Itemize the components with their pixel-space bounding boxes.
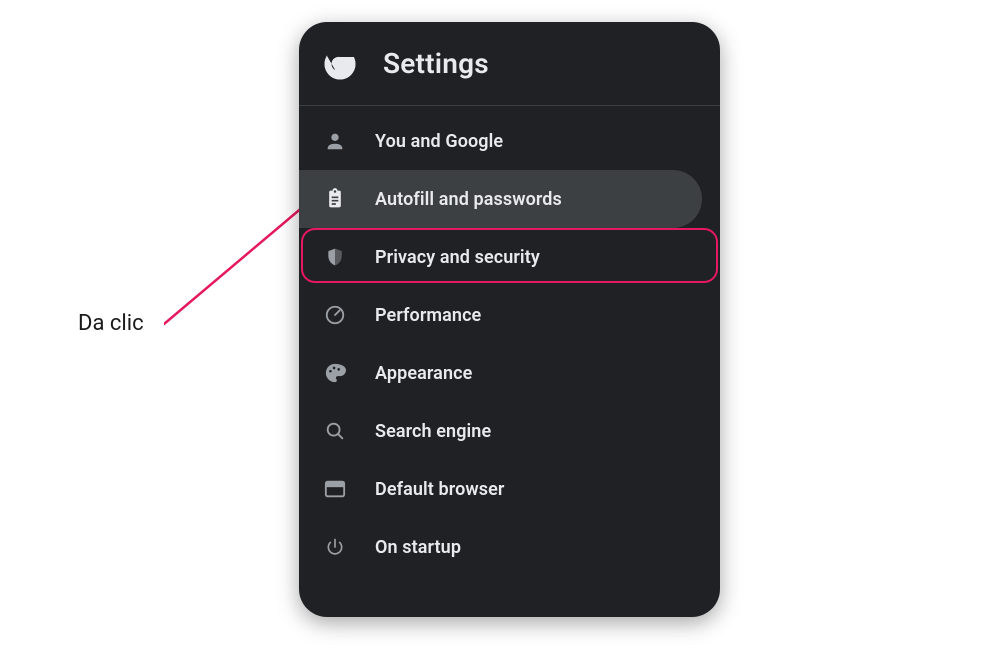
speedometer-icon <box>323 303 347 327</box>
nav-item-label: Appearance <box>375 363 472 384</box>
shield-icon <box>323 245 347 269</box>
nav-item-you-and-google[interactable]: You and Google <box>299 112 720 170</box>
nav-item-label: On startup <box>375 537 461 558</box>
nav-item-appearance[interactable]: Appearance <box>299 344 720 402</box>
nav-item-performance[interactable]: Performance <box>299 286 720 344</box>
callout-line <box>164 204 306 334</box>
nav-item-label: Performance <box>375 305 481 326</box>
nav-item-label: Privacy and security <box>375 247 540 268</box>
nav-item-label: Autofill and passwords <box>375 189 562 210</box>
nav-item-privacy[interactable]: Privacy and security <box>299 228 720 286</box>
nav-item-label: You and Google <box>375 131 503 152</box>
callout-label: Da clic <box>78 311 144 336</box>
nav-item-search-engine[interactable]: Search engine <box>299 402 720 460</box>
nav-item-label: Default browser <box>375 479 504 500</box>
browser-window-icon <box>323 477 347 501</box>
power-icon <box>323 535 347 559</box>
nav-item-label: Search engine <box>375 421 491 442</box>
person-icon <box>323 129 347 153</box>
search-icon <box>323 419 347 443</box>
nav-item-on-startup[interactable]: On startup <box>299 518 720 576</box>
chrome-logo-icon <box>323 47 357 81</box>
panel-header: Settings <box>299 22 720 106</box>
clipboard-icon <box>323 187 347 211</box>
palette-icon <box>323 361 347 385</box>
nav-item-default-browser[interactable]: Default browser <box>299 460 720 518</box>
panel-title: Settings <box>383 47 489 80</box>
nav-item-autofill[interactable]: Autofill and passwords <box>299 170 702 228</box>
settings-nav: You and Google Autofill and passwords Pr… <box>299 106 720 576</box>
settings-panel: Settings You and Google Autofill and pas… <box>299 22 720 617</box>
